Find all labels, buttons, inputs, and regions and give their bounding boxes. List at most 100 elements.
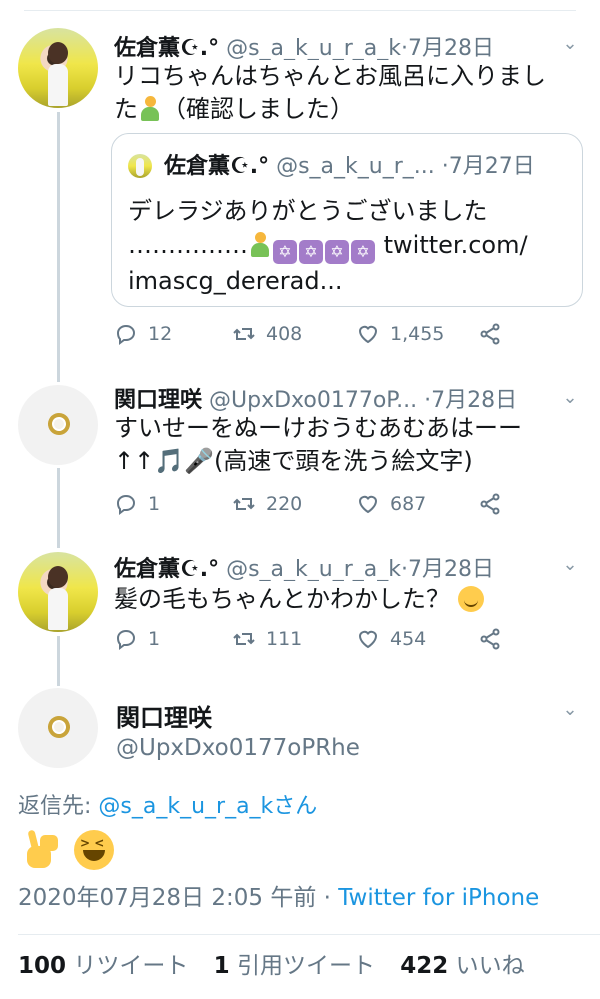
quote-header: 佐倉薫☪︎.° @s_a_k_u_r_... ·7月27日 — [164, 148, 568, 180]
quote-text-line: …………… ✡ ✡ ✡ ✡ twitter.com/ — [128, 228, 568, 264]
reply-target-link[interactable]: @s_a_k_u_r_a_kさん — [98, 794, 317, 819]
reply-count: 1 — [148, 493, 161, 515]
quote-handle: @s_a_k_u_r_... — [276, 154, 435, 179]
like-button[interactable]: 454 — [356, 627, 426, 651]
retweet-total: 100 — [18, 953, 67, 979]
share-icon — [480, 493, 500, 515]
chevron-down-icon[interactable]: ⌄ — [562, 35, 578, 53]
chevron-down-icon[interactable]: ⌄ — [562, 389, 578, 407]
star-of-david-icon: ✡ — [325, 240, 349, 264]
display-name[interactable]: 佐倉薫☪︎.° — [114, 36, 219, 60]
tweet-date[interactable]: 7月28日 — [408, 557, 494, 581]
reply-count: 12 — [148, 323, 173, 345]
reply-context: 返信先: @s_a_k_u_r_a_kさん — [18, 788, 317, 820]
tweet-header: 関口理咲 @UpxDxo0177oP... ·7月28日 — [114, 382, 550, 412]
like-count: 687 — [390, 493, 427, 515]
tweet-text: 髪の毛もちゃんとかわかした？ — [114, 583, 580, 616]
smiling-face-icon — [457, 586, 484, 612]
star-of-david-icon: ✡ — [273, 240, 297, 264]
reply-prefix: 返信先: — [18, 794, 99, 819]
reply-button[interactable]: 1 — [114, 492, 160, 516]
retweet-button[interactable]: 408 — [232, 322, 302, 346]
avatar[interactable] — [18, 385, 98, 465]
main-user-handle[interactable]: @UpxDxo0177oPRhe — [116, 735, 360, 761]
quoted-tweet[interactable]: 佐倉薫☪︎.° @s_a_k_u_r_... ·7月27日 デレラジありがとうご… — [111, 133, 583, 307]
tweet-header: 佐倉薫☪︎.° @s_a_k_u_r_a_k·7月28日 — [114, 30, 550, 60]
like-icon — [358, 630, 378, 649]
ellipsis-text: …………… — [128, 231, 248, 259]
grinning-squinting-face-icon — [74, 830, 114, 870]
tweet-actions: 1 220 687 — [114, 492, 514, 522]
tweet-thread: 佐倉薫☪︎.° @s_a_k_u_r_a_k·7月28日 ⌄ リコちゃんはちゃん… — [0, 0, 600, 999]
quote-date: 7月27日 — [448, 154, 535, 179]
user-handle[interactable]: @s_a_k_u_r_a_k — [226, 557, 401, 581]
like-label: いいね — [455, 953, 525, 979]
share-icon — [480, 628, 500, 650]
like-total: 422 — [400, 953, 449, 979]
quote-avatar — [128, 154, 152, 178]
reply-icon — [116, 494, 136, 515]
retweet-count: 220 — [266, 493, 303, 515]
display-name[interactable]: 関口理咲 — [114, 388, 202, 412]
tweet-date[interactable]: 7月28日 — [408, 36, 494, 60]
client-link[interactable]: Twitter for iPhone — [338, 885, 539, 911]
user-handle[interactable]: @s_a_k_u_r_a_k — [226, 36, 401, 60]
like-button[interactable]: 1,455 — [356, 322, 444, 346]
tweet-text-fragment: （確認しました） — [162, 95, 354, 123]
victory-hand-icon — [22, 830, 58, 870]
thread-connector — [57, 468, 60, 548]
display-name[interactable]: 佐倉薫☪︎.° — [114, 557, 219, 581]
like-count: 1,455 — [390, 323, 445, 345]
tweet-text: リコちゃんはちゃんとお風呂に入りまし た （確認しました） — [114, 60, 580, 126]
separator-dot: · — [316, 885, 339, 911]
tweet-timestamp: 2020年07月28日 2:05 午前 · Twitter for iPhone — [18, 878, 539, 912]
reply-icon — [116, 629, 136, 650]
chevron-down-icon[interactable]: ⌄ — [562, 556, 578, 574]
retweet-button[interactable]: 220 — [232, 492, 302, 516]
tweet-date[interactable]: 7月28日 — [431, 388, 517, 412]
quote-text: デレラジありがとうございました …………… ✡ ✡ ✡ ✡ twitter.com/ i… — [128, 194, 568, 298]
retweet-icon — [233, 498, 255, 510]
retweet-icon — [233, 633, 255, 645]
like-button[interactable]: 687 — [356, 492, 426, 516]
like-icon — [358, 495, 378, 514]
like-stat[interactable]: 422 いいね — [400, 953, 524, 979]
avatar[interactable] — [18, 552, 98, 632]
retweet-count: 408 — [266, 323, 303, 345]
quote-display-name: 佐倉薫☪︎.° — [164, 154, 270, 179]
tweet-text — [22, 830, 114, 870]
tweet-text-line: すいせーをぬーけおうむあむあはーー — [114, 414, 522, 442]
share-button[interactable] — [478, 492, 502, 516]
star-of-david-icon: ✡ — [351, 240, 375, 264]
share-button[interactable] — [478, 627, 502, 651]
share-button[interactable] — [478, 322, 502, 346]
quote-stat[interactable]: 1 引用ツイート — [214, 953, 375, 979]
person-emoji-icon — [138, 96, 162, 122]
tweet-text-fragment: た — [114, 95, 138, 123]
top-divider — [24, 10, 576, 11]
retweet-stat[interactable]: 100 リツイート — [18, 953, 188, 979]
quote-label: 引用ツイート — [236, 953, 375, 979]
avatar[interactable] — [18, 688, 98, 768]
retweet-button[interactable]: 111 — [232, 627, 302, 651]
quote-link[interactable]: twitter.com/ — [384, 231, 528, 259]
user-handle[interactable]: @UpxDxo0177oP... — [209, 388, 417, 412]
main-display-name[interactable]: 関口理咲 — [116, 698, 212, 733]
stats-divider — [18, 934, 600, 935]
tweet-actions: 12 408 1,455 — [114, 322, 514, 352]
tweet-header: 佐倉薫☪︎.° @s_a_k_u_r_a_k·7月28日 — [114, 551, 550, 581]
reply-button[interactable]: 1 — [114, 627, 160, 651]
quote-link[interactable]: imascg_dererad... — [128, 264, 568, 298]
star-of-david-icon: ✡ — [299, 240, 323, 264]
quote-total: 1 — [213, 953, 230, 979]
share-icon — [480, 323, 500, 345]
chevron-down-icon[interactable]: ⌄ — [562, 701, 578, 719]
retweet-icon — [233, 328, 255, 340]
timestamp-text[interactable]: 2020年07月28日 2:05 午前 — [18, 885, 316, 911]
reply-button[interactable]: 12 — [114, 322, 172, 346]
separator-dot: · — [401, 36, 408, 60]
retweet-label: リツイート — [73, 953, 189, 979]
separator-dot: · — [441, 154, 449, 179]
tweet-text-line: 髪の毛もちゃんとかわかした？ — [114, 585, 450, 613]
avatar[interactable] — [18, 28, 98, 108]
